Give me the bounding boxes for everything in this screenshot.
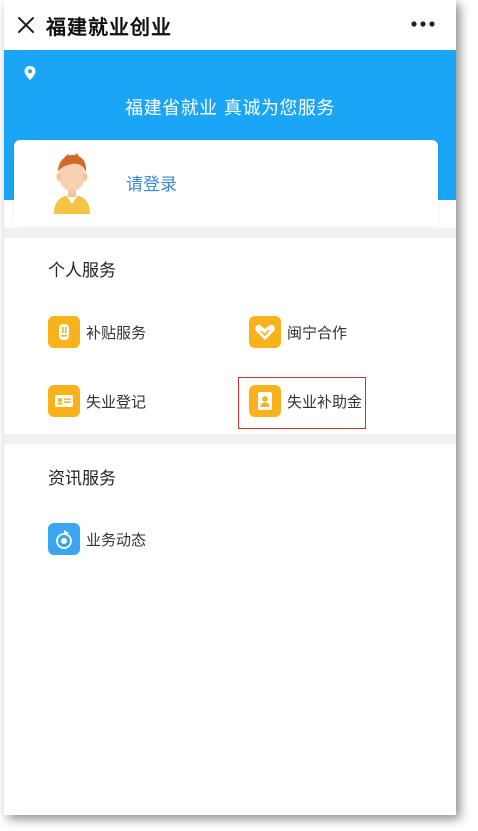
page-title: 福建就业创业: [46, 14, 172, 39]
subsidy-icon: [48, 316, 80, 348]
top-nav-bar: 福建就业创业: [4, 0, 456, 50]
section-divider: [4, 434, 456, 444]
service-business-news[interactable]: 业务动态: [48, 523, 146, 555]
service-label: 失业登记: [86, 392, 147, 411]
login-card[interactable]: 请登录: [14, 140, 438, 226]
avatar-icon: [54, 153, 90, 214]
close-button[interactable]: [6, 0, 46, 50]
highlight-box: [238, 377, 366, 429]
banner-slogan: 福建省就业 真诚为您服务: [125, 98, 335, 119]
service-label: 闽宁合作: [287, 323, 348, 342]
news-dynamic-icon: [48, 523, 80, 555]
section-divider: [4, 228, 456, 238]
service-label: 业务动态: [86, 530, 147, 549]
close-icon: [18, 17, 34, 33]
handshake-icon: [249, 316, 281, 348]
app-frame: 福建就业创业 福建省就业 真诚为您服务 请登录 个人服务 补贴服务 闽宁合作 失…: [4, 0, 456, 815]
location-pin-icon[interactable]: [24, 66, 36, 80]
service-minning-cooperation[interactable]: 闽宁合作: [249, 316, 347, 348]
service-unemployment-registration[interactable]: 失业登记: [48, 385, 146, 417]
section-title-personal: 个人服务: [48, 261, 116, 281]
more-dots-icon: [411, 21, 435, 27]
more-options-button[interactable]: [408, 12, 438, 36]
service-subsidy[interactable]: 补贴服务: [48, 316, 146, 348]
service-label: 补贴服务: [86, 323, 147, 342]
section-title-info: 资讯服务: [48, 469, 116, 489]
id-card-icon: [48, 385, 80, 417]
login-prompt[interactable]: 请登录: [126, 170, 177, 195]
